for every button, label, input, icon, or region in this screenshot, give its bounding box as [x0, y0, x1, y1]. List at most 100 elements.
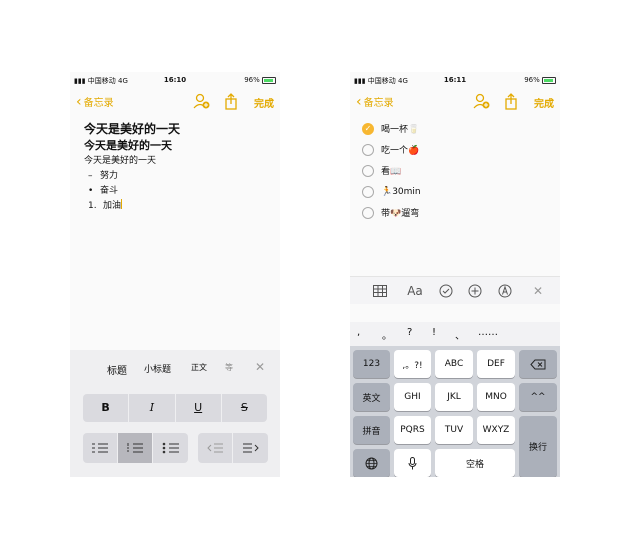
- text-style-row: B I U S: [83, 394, 267, 422]
- numbered-list-button[interactable]: [118, 433, 153, 463]
- italic-button[interactable]: I: [129, 394, 176, 422]
- checklist-icon[interactable]: [438, 283, 454, 299]
- outdent-button[interactable]: [198, 433, 233, 463]
- punct-exclaim[interactable]: !: [432, 327, 436, 338]
- checklist-item[interactable]: 吃一个🍎: [362, 139, 552, 160]
- punct-question[interactable]: ?: [407, 327, 412, 338]
- done-button[interactable]: 完成: [254, 95, 274, 110]
- checklist-item-text: 🏃30min: [381, 186, 421, 197]
- dash-list-item: – 努力: [84, 168, 269, 183]
- text-style-icon[interactable]: Aa: [405, 283, 425, 299]
- note-title-line: 今天是美好的一天: [84, 122, 181, 136]
- underline-button[interactable]: U: [176, 394, 222, 422]
- back-label: 备忘录: [363, 98, 394, 109]
- add-people-icon[interactable]: [472, 92, 490, 110]
- punct-enum-comma[interactable]: 、: [455, 327, 465, 342]
- tuv-key[interactable]: TUV: [435, 416, 473, 444]
- strikethrough-button[interactable]: S: [222, 394, 267, 422]
- done-button[interactable]: 完成: [534, 95, 554, 110]
- pinyin-key[interactable]: 拼音: [353, 416, 390, 444]
- dash-list-icon: [92, 443, 108, 453]
- numbers-key[interactable]: 123: [353, 350, 390, 378]
- back-label: 备忘录: [83, 98, 114, 109]
- close-icon[interactable]: ✕: [530, 283, 546, 299]
- outdent-icon: [207, 443, 223, 453]
- status-bar: ▮▮▮ 中国移动 4G 16:10 96%: [70, 72, 280, 88]
- checklist-item[interactable]: ✓ 喝一杯🥛: [362, 118, 552, 139]
- status-right: 96%: [244, 76, 276, 84]
- globe-icon: [365, 457, 378, 469]
- checklist-item[interactable]: 带🐶遛弯: [362, 202, 552, 223]
- right-phone-screen: ▮▮▮ 中国移动 4G 16:11 96% ‹ 备忘录 完成 ✓ 喝一杯�: [350, 72, 560, 477]
- battery-icon: [542, 76, 556, 84]
- space-key[interactable]: 空格: [435, 449, 515, 477]
- bold-button[interactable]: B: [83, 394, 130, 422]
- back-button[interactable]: ‹ 备忘录: [76, 93, 114, 110]
- checked-circle-icon[interactable]: ✓: [362, 122, 374, 135]
- punct-period[interactable]: 。: [382, 327, 392, 342]
- note-heading-line: 今天是美好的一天: [84, 139, 172, 152]
- numbered-list-icon: [127, 443, 143, 453]
- status-right: 96%: [524, 76, 556, 84]
- battery-percent: 96%: [244, 76, 260, 84]
- bullet-list-icon: [162, 442, 179, 454]
- list-format-row: [83, 433, 268, 463]
- share-icon[interactable]: [502, 92, 520, 110]
- globe-key[interactable]: [353, 449, 390, 477]
- chevron-left-icon: ‹: [76, 93, 82, 110]
- indent-button[interactable]: [233, 433, 268, 463]
- bullet-list-item: • 奋斗: [84, 183, 269, 198]
- punct-comma[interactable]: ,: [357, 327, 360, 338]
- note-content[interactable]: 今天是美好的一天 今天是美好的一天 今天是美好的一天 – 努力 • 奋斗 1. 加油: [84, 120, 269, 213]
- format-panel: 标题 小标题 正文 等 ✕ B I U S: [70, 350, 280, 477]
- style-subtitle[interactable]: 小标题: [144, 362, 171, 375]
- empty-circle-icon[interactable]: [362, 143, 374, 156]
- abc-key[interactable]: ABC: [435, 350, 473, 378]
- empty-circle-icon[interactable]: [362, 206, 374, 219]
- nav-bar: ‹ 备忘录 完成: [350, 88, 560, 114]
- caret-key[interactable]: ^^: [519, 383, 557, 411]
- table-icon[interactable]: [372, 283, 388, 299]
- numbered-item-text: 加油: [103, 201, 122, 211]
- dictation-key[interactable]: [394, 449, 431, 477]
- markup-icon[interactable]: [497, 283, 513, 299]
- microphone-icon: [408, 456, 417, 469]
- chevron-left-icon: ‹: [356, 93, 362, 110]
- indent-icon: [242, 443, 259, 453]
- jkl-key[interactable]: JKL: [435, 383, 473, 411]
- empty-circle-icon[interactable]: [362, 185, 374, 198]
- checklist: ✓ 喝一杯🥛 吃一个🍎 看📖 🏃30min 带🐶遛弯: [362, 118, 552, 223]
- pqrs-key[interactable]: PQRS: [394, 416, 431, 444]
- style-title[interactable]: 标题: [107, 362, 127, 377]
- checklist-item-text: 喝一杯🥛: [381, 125, 420, 135]
- punctuation-bar: , 。 ? ! 、 ……: [350, 322, 560, 346]
- wxyz-key[interactable]: WXYZ: [477, 416, 515, 444]
- punct-ellipsis[interactable]: ……: [478, 327, 498, 338]
- bullet-list-button[interactable]: [153, 433, 188, 463]
- delete-key[interactable]: [519, 350, 557, 378]
- left-phone-screen: ▮▮▮ 中国移动 4G 16:10 96% ‹ 备忘录 完成 今天是美好的一天 …: [70, 72, 280, 477]
- english-key[interactable]: 英文: [353, 383, 390, 411]
- checklist-item[interactable]: 看📖: [362, 160, 552, 181]
- add-icon[interactable]: [467, 283, 483, 299]
- checklist-item[interactable]: 🏃30min: [362, 181, 552, 202]
- ghi-key[interactable]: GHI: [394, 383, 431, 411]
- share-icon[interactable]: [222, 92, 240, 110]
- text-cursor: [121, 199, 123, 209]
- empty-circle-icon[interactable]: [362, 164, 374, 177]
- add-people-icon[interactable]: [192, 92, 210, 110]
- indent-group: [198, 433, 268, 463]
- battery-icon: [262, 76, 276, 84]
- punct-key[interactable]: ,。?!: [394, 350, 431, 378]
- numbered-list-item: 1. 加油: [84, 198, 269, 213]
- back-button[interactable]: ‹ 备忘录: [356, 93, 394, 110]
- mno-key[interactable]: MNO: [477, 383, 515, 411]
- style-mono[interactable]: 等: [225, 362, 233, 373]
- return-key[interactable]: 换行: [519, 416, 557, 477]
- close-icon[interactable]: ✕: [255, 360, 265, 374]
- bullet-item-text: 奋斗: [100, 186, 119, 196]
- style-body[interactable]: 正文: [191, 362, 207, 373]
- keyboard: , 。 ? ! 、 …… 123 ,。?! ABC DEF 英文 GHI JKL…: [350, 322, 560, 477]
- dash-list-button[interactable]: [83, 433, 118, 463]
- def-key[interactable]: DEF: [477, 350, 515, 378]
